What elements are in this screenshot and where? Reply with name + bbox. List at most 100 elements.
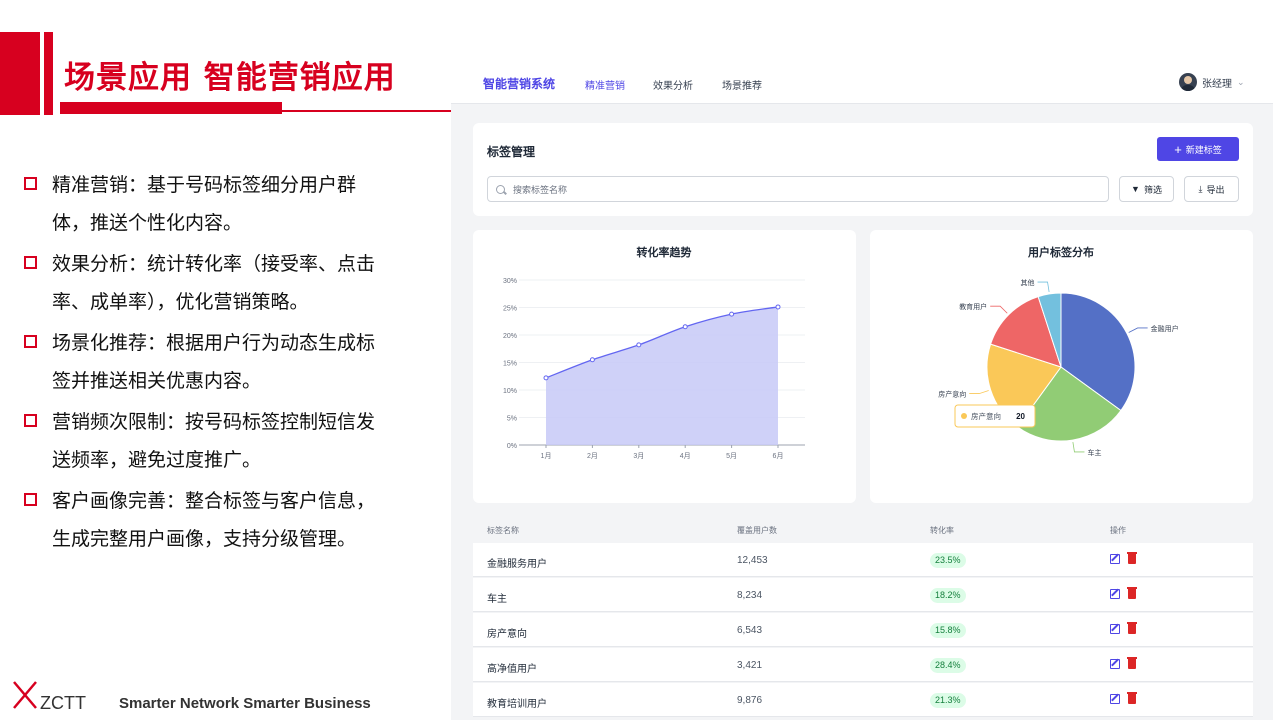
x-tick-label: 1月 bbox=[541, 452, 552, 460]
data-point bbox=[682, 324, 688, 330]
export-label: 导出 bbox=[1206, 184, 1225, 195]
panel-title: 标签管理 bbox=[487, 145, 536, 159]
tag-table: 标签名称 覆盖用户数 转化率 操作 金融服务用户 12,453 23.5% 车主 8,2… bbox=[473, 513, 1253, 720]
app-window: 智能营销系统 精准营销 效果分析 场景推荐 张经理 ⌄ 标签管理 + 新建标签 … bbox=[451, 59, 1273, 720]
tooltip-value: 20 bbox=[1016, 412, 1025, 421]
table-row: 教育培训用户 9,876 21.3% bbox=[473, 683, 1253, 717]
y-tick-label: 10% bbox=[503, 388, 517, 395]
new-tag-button[interactable]: + 新建标签 bbox=[1157, 137, 1239, 161]
filter-icon: ▼ bbox=[1131, 184, 1140, 194]
delete-icon[interactable] bbox=[1127, 552, 1137, 564]
avatar bbox=[1179, 73, 1197, 91]
plus-icon: + bbox=[1174, 141, 1182, 157]
data-point bbox=[775, 304, 781, 310]
edit-icon[interactable] bbox=[1110, 554, 1120, 564]
bullet-item: 营销频次限制：按号码标签控制短信发送频率，避免过度推广。 bbox=[24, 403, 414, 479]
title-underline-thin bbox=[282, 110, 452, 112]
bullet-text: 营销频次限制：按号码标签控制短信发送频率，避免过度推广。 bbox=[52, 411, 376, 471]
nav-scene-recommend[interactable]: 场景推荐 bbox=[722, 77, 762, 92]
pie-label: 教育用户 bbox=[959, 302, 987, 311]
x-tick-label: 2月 bbox=[587, 452, 598, 460]
column-header: 操作 bbox=[1110, 526, 1126, 535]
table-row: 金融服务用户 12,453 23.5% bbox=[473, 543, 1253, 577]
bullet-list: 精准营销：基于号码标签细分用户群体，推送个性化内容。 效果分析：统计转化率（接受… bbox=[24, 166, 414, 561]
chevron-down-icon: ⌄ bbox=[1237, 76, 1245, 87]
pie-label-line bbox=[969, 390, 989, 394]
data-point bbox=[589, 357, 595, 363]
user-tag-distribution-chart: 用户标签分布 金融用户车主 房产意向 教育用户 其他房产意向 20 bbox=[938, 245, 1179, 457]
area-fill bbox=[546, 306, 778, 445]
column-header: 转化率 bbox=[930, 526, 954, 535]
x-tick-label: 3月 bbox=[633, 452, 644, 460]
search-placeholder: 搜索标签名称 bbox=[513, 184, 568, 195]
conversion-trend-card: 转化率趋势 0% 5% 10% 15% 20% 25% 30% 1月 2月 3月 4月 5月 6月 bbox=[473, 230, 856, 503]
nav-effect-analysis[interactable]: 效果分析 bbox=[653, 77, 693, 92]
tag-name-cell: 房产意向 bbox=[487, 629, 527, 640]
filter-label: 筛选 bbox=[1143, 184, 1162, 195]
user-menu[interactable]: 张经理 ⌄ bbox=[1179, 73, 1245, 91]
bullet-text: 精准营销：基于号码标签细分用户群体，推送个性化内容。 bbox=[52, 174, 357, 234]
slide: 场景应用 智能营销应用 精准营销：基于号码标签细分用户群体，推送个性化内容。 效… bbox=[0, 0, 1280, 720]
tag-name-cell: 教育培训用户 bbox=[487, 699, 547, 710]
y-tick-label: 25% bbox=[503, 306, 517, 313]
edit-icon[interactable] bbox=[1110, 659, 1120, 669]
y-tick-label: 5% bbox=[507, 416, 517, 423]
user-count-cell: 6,543 bbox=[737, 625, 763, 636]
pie-label-line bbox=[1037, 281, 1050, 292]
tag-name-cell: 车主 bbox=[487, 594, 507, 605]
header-accent-bar-thin bbox=[44, 32, 53, 115]
conversion-rate-badge: 23.5% bbox=[930, 553, 966, 568]
delete-icon[interactable] bbox=[1127, 622, 1137, 634]
edit-icon[interactable] bbox=[1110, 589, 1120, 599]
chart-title: 转化率趋势 bbox=[637, 245, 692, 259]
x-tick-label: 4月 bbox=[680, 452, 691, 460]
user-name: 张经理 bbox=[1202, 78, 1232, 90]
conversion-rate-badge: 15.8% bbox=[930, 623, 966, 638]
brand-logo[interactable]: 智能营销系统 bbox=[483, 75, 555, 92]
pie-label: 金融用户 bbox=[1151, 324, 1179, 333]
export-button[interactable]: ⤓ 导出 bbox=[1184, 176, 1239, 202]
nav-precision-marketing[interactable]: 精准营销 bbox=[585, 77, 625, 92]
conversion-rate-badge: 18.2% bbox=[930, 588, 966, 603]
conversion-rate-badge: 21.3% bbox=[930, 693, 966, 708]
delete-icon[interactable] bbox=[1127, 657, 1137, 669]
filter-button[interactable]: ▼ 筛选 bbox=[1119, 176, 1174, 202]
search-icon bbox=[496, 184, 505, 194]
user-count-cell: 9,876 bbox=[737, 695, 763, 706]
pie-label-line bbox=[1128, 327, 1148, 333]
pie-label-line bbox=[990, 305, 1008, 314]
table-header: 标签名称 覆盖用户数 转化率 操作 bbox=[473, 513, 1253, 543]
pie-label: 车主 bbox=[1087, 448, 1101, 457]
search-input[interactable]: 搜索标签名称 bbox=[487, 176, 1109, 202]
slogan: Smarter Network Smarter Business bbox=[119, 695, 371, 712]
logo-text: ZCTT bbox=[40, 693, 86, 712]
pie-label-line bbox=[1072, 442, 1085, 453]
pie-label: 其他 bbox=[1021, 278, 1035, 287]
pie-label: 房产意向 bbox=[938, 390, 966, 399]
bullet-item: 效果分析：统计转化率（接受率、点击率、成单率），优化营销策略。 bbox=[24, 245, 414, 321]
top-nav: 智能营销系统 精准营销 效果分析 场景推荐 张经理 ⌄ bbox=[451, 59, 1273, 104]
data-point bbox=[636, 342, 642, 348]
tooltip-marker bbox=[961, 413, 967, 419]
data-point bbox=[543, 375, 549, 381]
bullet-text: 效果分析：统计转化率（接受率、点击率、成单率），优化营销策略。 bbox=[52, 253, 376, 313]
column-header: 标签名称 bbox=[487, 526, 519, 535]
delete-icon[interactable] bbox=[1127, 692, 1137, 704]
header-accent-bar bbox=[0, 32, 40, 115]
y-tick-label: 30% bbox=[503, 278, 517, 285]
bullet-item: 精准营销：基于号码标签细分用户群体，推送个性化内容。 bbox=[24, 166, 414, 242]
y-tick-label: 15% bbox=[503, 361, 517, 368]
y-tick-label: 0% bbox=[507, 443, 517, 450]
tag-name-cell: 高净值用户 bbox=[487, 664, 537, 675]
bullet-square-icon bbox=[24, 177, 37, 190]
x-tick-label: 5月 bbox=[726, 452, 737, 460]
download-icon: ⤓ bbox=[1198, 183, 1203, 194]
edit-icon[interactable] bbox=[1110, 694, 1120, 704]
bullet-square-icon bbox=[24, 335, 37, 348]
slide-title: 场景应用 智能营销应用 bbox=[64, 60, 396, 96]
delete-icon[interactable] bbox=[1127, 587, 1137, 599]
new-tag-label: 新建标签 bbox=[1185, 144, 1222, 155]
bullet-square-icon bbox=[24, 414, 37, 427]
tooltip-label: 房产意向 bbox=[971, 411, 1001, 421]
edit-icon[interactable] bbox=[1110, 624, 1120, 634]
